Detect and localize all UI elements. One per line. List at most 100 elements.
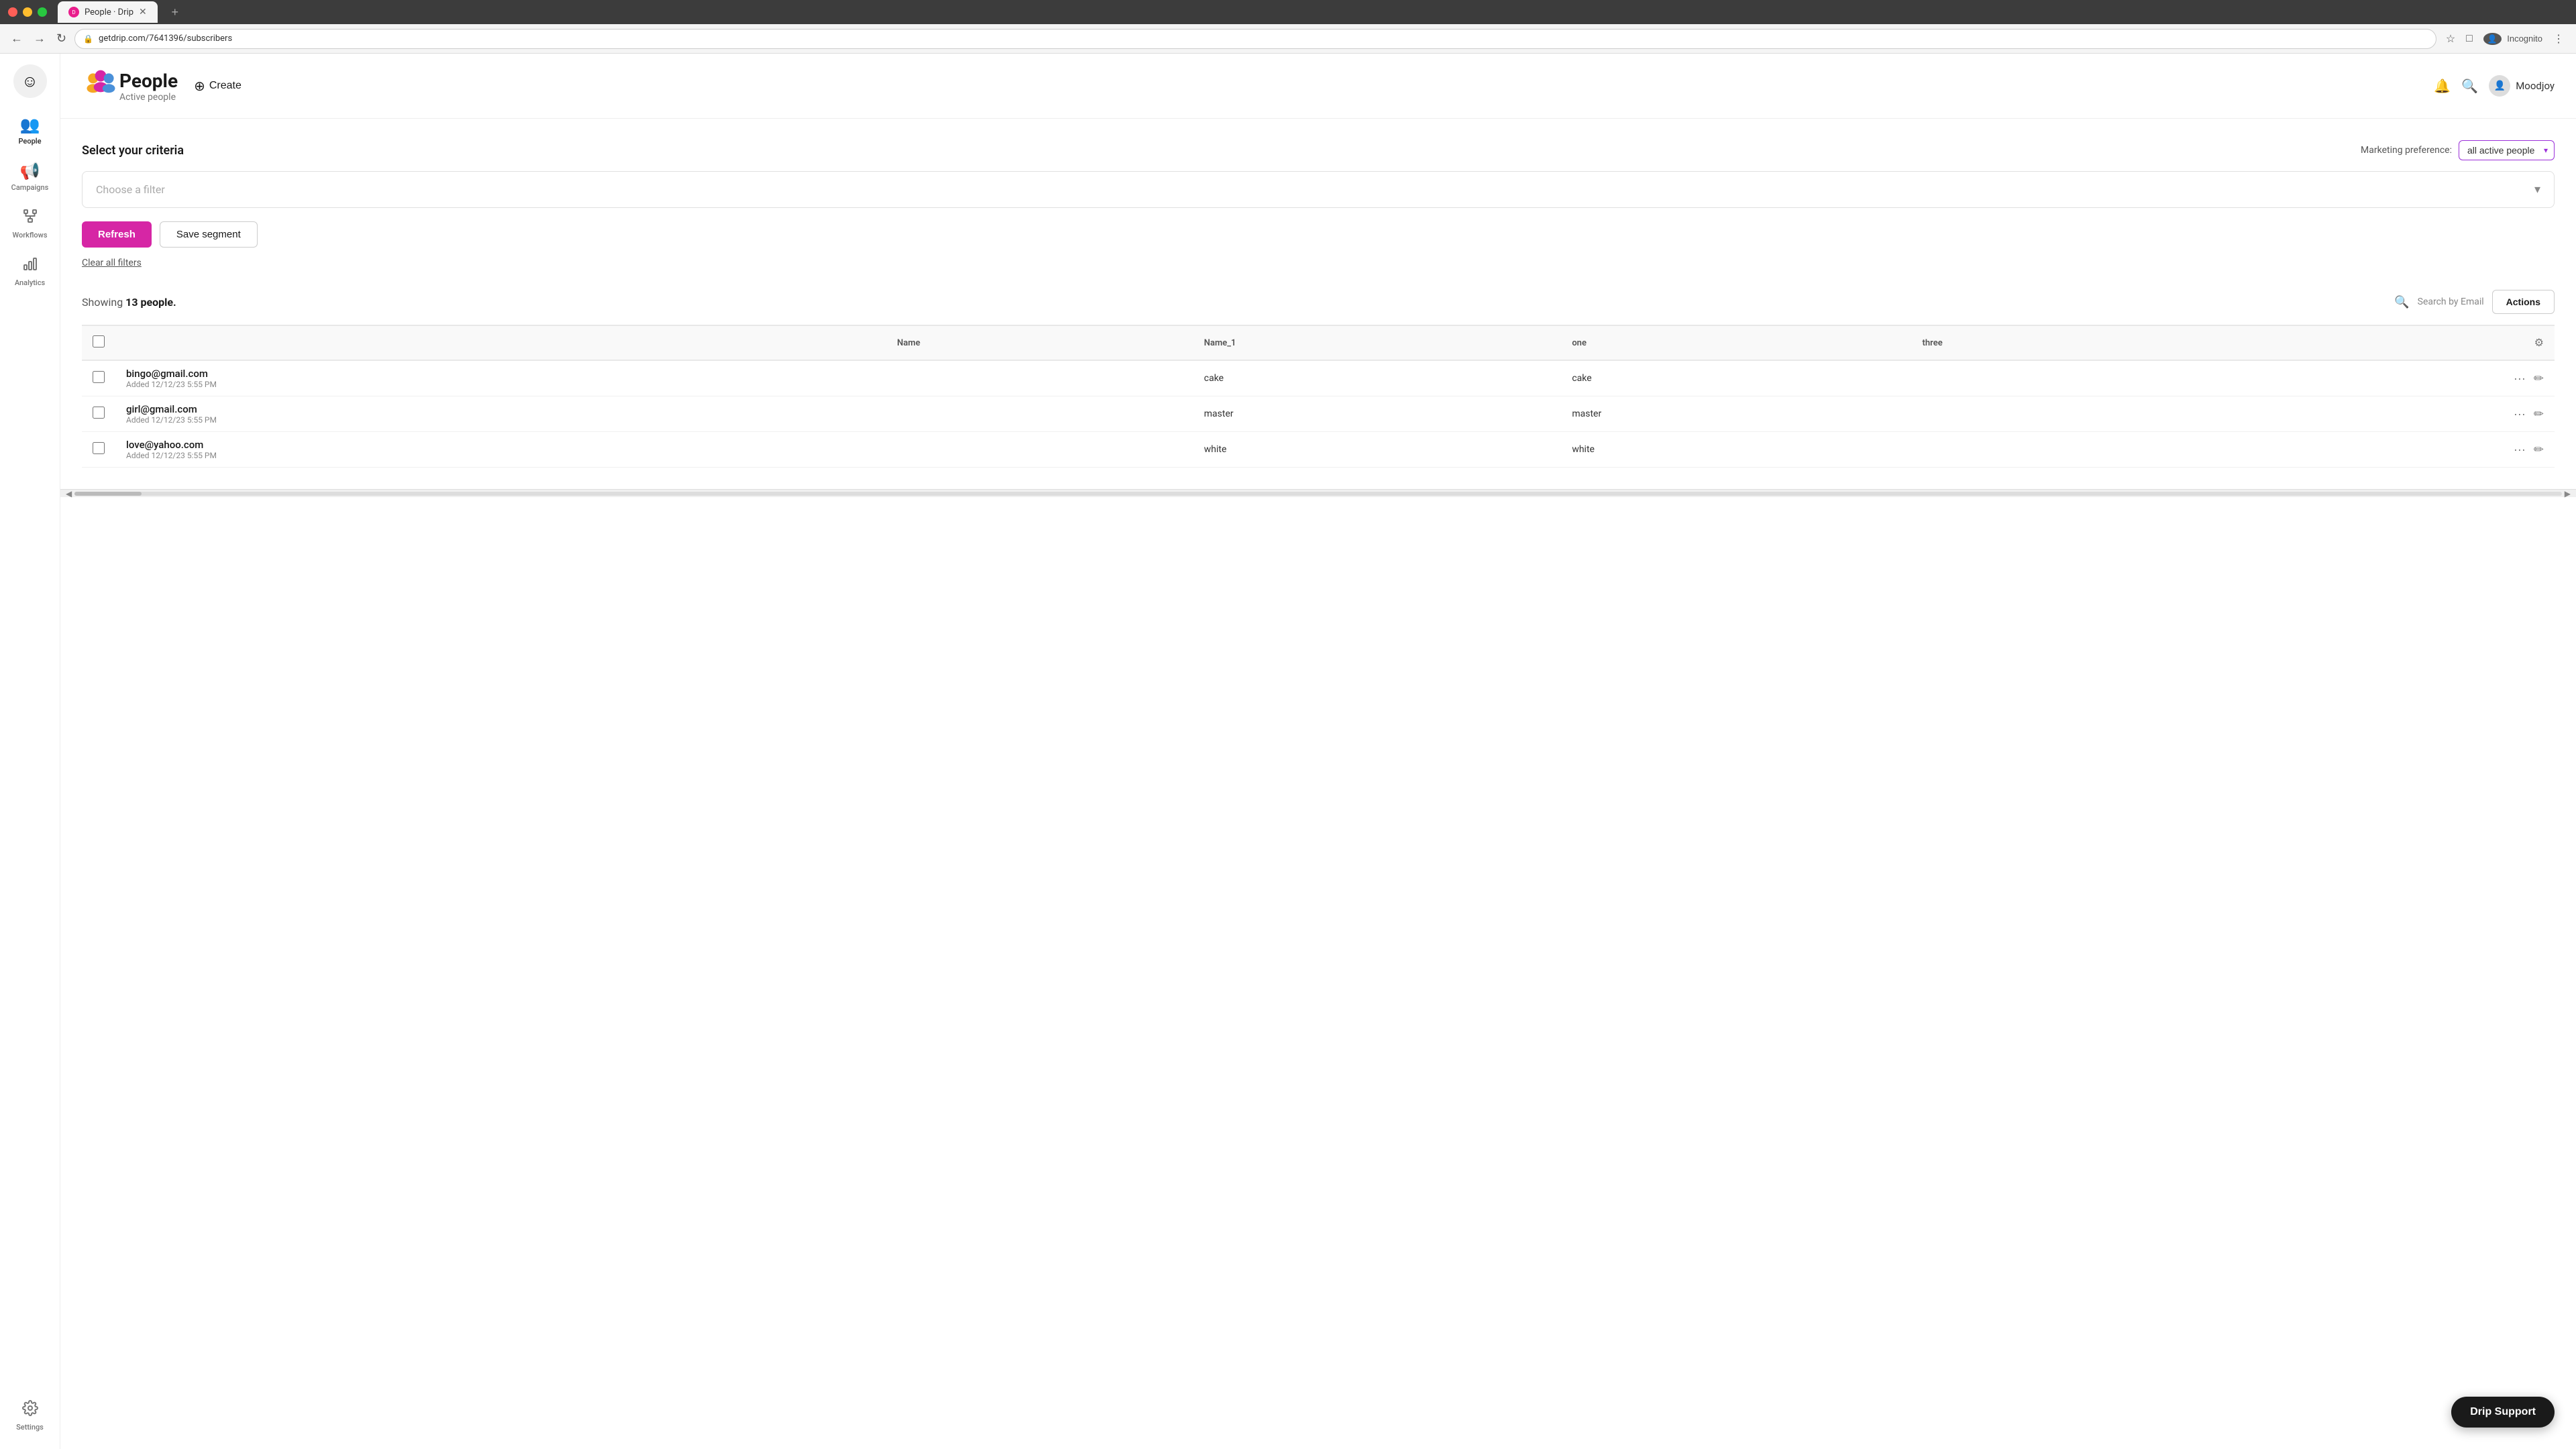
sidebar-item-settings[interactable]: Settings: [5, 1393, 56, 1438]
close-window-btn[interactable]: [8, 7, 17, 17]
global-search-btn[interactable]: 🔍: [2461, 78, 2478, 95]
row-more-btn[interactable]: ···: [2514, 372, 2526, 386]
sidebar-item-campaigns-label: Campaigns: [11, 183, 49, 192]
criteria-header: Select your criteria Marketing preferenc…: [82, 140, 2555, 160]
save-segment-button[interactable]: Save segment: [160, 221, 258, 248]
select-all-checkbox[interactable]: [93, 335, 105, 347]
people-icon: 👥: [20, 115, 40, 134]
filter-chevron-icon: ▾: [2534, 182, 2540, 197]
filter-box[interactable]: Choose a filter ▾: [82, 171, 2555, 208]
row-checkbox-cell[interactable]: [82, 360, 115, 396]
marketing-pref-select[interactable]: all active people: [2459, 140, 2555, 160]
row-one-cell: white: [1561, 432, 1911, 468]
row-name1-cell: master: [1193, 396, 1562, 432]
row-checkbox[interactable]: [93, 371, 105, 383]
minimize-window-btn[interactable]: [23, 7, 32, 17]
page-body: Select your criteria Marketing preferenc…: [60, 119, 2576, 489]
main-content: People Active people ⊕ Create 🔔 🔍 👤 Mood…: [60, 54, 2576, 1449]
scroll-right-btn[interactable]: ▶: [2562, 488, 2573, 500]
app-container: ☺ 👥 People 📢 Campaigns Workflows: [0, 54, 2576, 1449]
sidebar-item-people-label: People: [18, 137, 41, 146]
menu-btn[interactable]: ⋮: [2549, 30, 2568, 48]
row-name-cell: [886, 432, 1193, 468]
search-icon-btn[interactable]: 🔍: [2394, 295, 2409, 309]
sidebar-item-workflows[interactable]: Workflows: [5, 201, 56, 246]
page-header: People Active people ⊕ Create 🔔 🔍 👤 Mood…: [60, 54, 2576, 119]
create-btn[interactable]: ⊕ Create: [194, 78, 241, 95]
showing-count: 13 people.: [125, 296, 176, 309]
toolbar-actions: ☆ □ 👤 Incognito ⋮: [2442, 30, 2568, 48]
drip-support-btn[interactable]: Drip Support: [2451, 1397, 2555, 1428]
user-profile-btn[interactable]: 👤 Incognito: [2479, 30, 2546, 48]
row-email-cell: girl@gmail.com Added 12/12/23 5:55 PM: [115, 396, 886, 432]
row-more-btn[interactable]: ···: [2514, 407, 2526, 421]
people-tbody: bingo@gmail.com Added 12/12/23 5:55 PM c…: [82, 360, 2555, 468]
search-placeholder-text: Search by Email: [2418, 297, 2484, 307]
actions-button[interactable]: Actions: [2492, 290, 2555, 314]
table-row: bingo@gmail.com Added 12/12/23 5:55 PM c…: [82, 360, 2555, 396]
url-display: getdrip.com/7641396/subscribers: [99, 34, 232, 44]
tab-close-icon[interactable]: ✕: [139, 7, 147, 17]
row-checkbox-cell[interactable]: [82, 396, 115, 432]
window-controls[interactable]: [8, 7, 47, 17]
th-gear[interactable]: ⚙: [2198, 325, 2555, 360]
row-one-cell: master: [1561, 396, 1911, 432]
row-one-cell: cake: [1561, 360, 1911, 396]
forward-btn[interactable]: →: [31, 29, 48, 48]
sidebar-item-campaigns[interactable]: 📢 Campaigns: [5, 155, 56, 199]
row-edit-btn[interactable]: ✏: [2534, 372, 2544, 386]
scroll-track: [74, 492, 2562, 496]
row-three-cell: [1912, 360, 2199, 396]
row-checkbox[interactable]: [93, 407, 105, 419]
person-email[interactable]: bingo@gmail.com: [126, 368, 875, 380]
person-email[interactable]: love@yahoo.com: [126, 439, 875, 451]
row-more-btn[interactable]: ···: [2514, 443, 2526, 457]
row-checkbox-cell[interactable]: [82, 432, 115, 468]
table-row: love@yahoo.com Added 12/12/23 5:55 PM wh…: [82, 432, 2555, 468]
person-email[interactable]: girl@gmail.com: [126, 403, 875, 415]
sidebar-item-settings-label: Settings: [16, 1423, 44, 1432]
showing-text: Showing 13 people.: [82, 296, 176, 309]
sidebar: ☺ 👥 People 📢 Campaigns Workflows: [0, 54, 60, 1449]
row-email-cell: love@yahoo.com Added 12/12/23 5:55 PM: [115, 432, 886, 468]
row-edit-btn[interactable]: ✏: [2534, 407, 2544, 421]
people-section: Showing 13 people. 🔍 Search by Email Act…: [82, 290, 2555, 468]
browser-tab[interactable]: D People · Drip ✕: [58, 1, 158, 23]
people-header-icon: [82, 67, 119, 105]
settings-icon: [22, 1400, 38, 1420]
profile-btn[interactable]: □: [2462, 30, 2477, 48]
maximize-window-btn[interactable]: [38, 7, 47, 17]
sidebar-item-people[interactable]: 👥 People: [5, 109, 56, 152]
browser-titlebar: D People · Drip ✕ +: [0, 0, 2576, 24]
marketing-pref-label: Marketing preference:: [2361, 145, 2452, 156]
reload-btn[interactable]: ↻: [54, 29, 69, 48]
new-tab-btn[interactable]: +: [166, 3, 184, 21]
row-actions-cell: ··· ✏: [2198, 360, 2555, 396]
user-info[interactable]: 👤 Moodjoy: [2489, 75, 2555, 97]
bookmark-btn[interactable]: ☆: [2442, 30, 2459, 48]
row-checkbox[interactable]: [93, 442, 105, 454]
header-right: 🔔 🔍 👤 Moodjoy: [2434, 75, 2555, 97]
table-header: Name Name_1 one three ⚙: [82, 325, 2555, 360]
sidebar-item-workflows-label: Workflows: [13, 231, 48, 239]
row-actions-cell: ··· ✏: [2198, 432, 2555, 468]
back-btn[interactable]: ←: [8, 29, 25, 48]
analytics-icon: [22, 256, 38, 276]
row-actions: ··· ✏: [2209, 443, 2544, 457]
clear-filters-link[interactable]: Clear all filters: [82, 258, 142, 268]
logo-icon: ☺: [21, 72, 38, 91]
column-settings-btn[interactable]: ⚙: [2534, 336, 2544, 350]
person-added: Added 12/12/23 5:55 PM: [126, 380, 875, 389]
bottom-scrollbar: ◀ ▶: [60, 489, 2576, 497]
sidebar-item-analytics[interactable]: Analytics: [5, 249, 56, 294]
refresh-button[interactable]: Refresh: [82, 221, 152, 248]
table-controls: 🔍 Search by Email Actions: [2394, 290, 2555, 314]
marketing-dropdown-wrap[interactable]: all active people: [2459, 140, 2555, 160]
scroll-left-btn[interactable]: ◀: [63, 488, 74, 500]
people-table: Name Name_1 one three ⚙ bing: [82, 325, 2555, 468]
address-bar[interactable]: 🔒 getdrip.com/7641396/subscribers: [74, 29, 2436, 49]
row-edit-btn[interactable]: ✏: [2534, 443, 2544, 457]
browser-toolbar: ← → ↻ 🔒 getdrip.com/7641396/subscribers …: [0, 24, 2576, 54]
th-name1: Name_1: [1193, 325, 1562, 360]
notifications-btn[interactable]: 🔔: [2434, 78, 2451, 95]
